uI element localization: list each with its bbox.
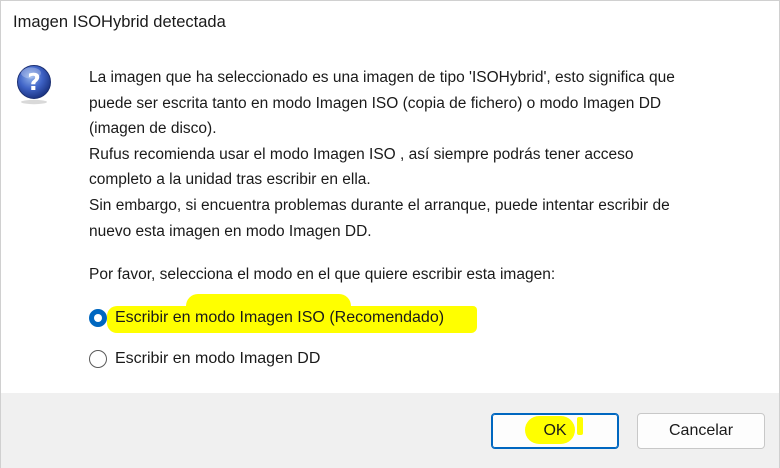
svg-text:?: ? <box>27 70 40 96</box>
option-iso-mode[interactable]: Escribir en modo Imagen ISO (Recomendado… <box>89 306 444 330</box>
radio-iso-mode[interactable] <box>89 309 107 327</box>
message-line: Rufus recomienda usar el modo Imagen ISO… <box>89 145 634 163</box>
option-dd-label: Escribir en modo Imagen DD <box>115 350 321 367</box>
title-bar[interactable]: Imagen ISOHybrid detectada <box>1 1 779 47</box>
question-icon: ? <box>17 65 51 105</box>
message-line: nuevo esta imagen en modo Imagen DD. <box>89 222 372 240</box>
message-line: puede ser escrita tanto en modo Imagen I… <box>89 94 662 112</box>
message-line: Sin embargo, si encuentra problemas dura… <box>89 196 670 214</box>
message-text: La imagen que ha seleccionado es una ima… <box>89 65 769 244</box>
selection-prompt: Por favor, selecciona el modo en el que … <box>89 266 556 283</box>
cancel-button[interactable]: Cancelar <box>637 413 765 449</box>
message-line: La imagen que ha seleccionado es una ima… <box>89 69 675 86</box>
option-iso-label: Escribir en modo Imagen ISO (Recomendado… <box>115 309 445 326</box>
radio-dd-mode[interactable] <box>89 350 107 368</box>
ok-button-label: OK <box>543 422 567 439</box>
message-line: completo a la unidad tras escribir en el… <box>89 171 371 189</box>
option-dd-mode[interactable]: Escribir en modo Imagen DD <box>89 347 320 371</box>
cancel-button-label: Cancelar <box>668 422 734 439</box>
highlight-annotation <box>577 417 583 435</box>
dialog-window: Imagen ISOHybrid detectada ? La imagen q… <box>0 0 780 468</box>
window-title: Imagen ISOHybrid detectada <box>13 13 226 31</box>
message-line: (imagen de disco). <box>89 120 217 138</box>
